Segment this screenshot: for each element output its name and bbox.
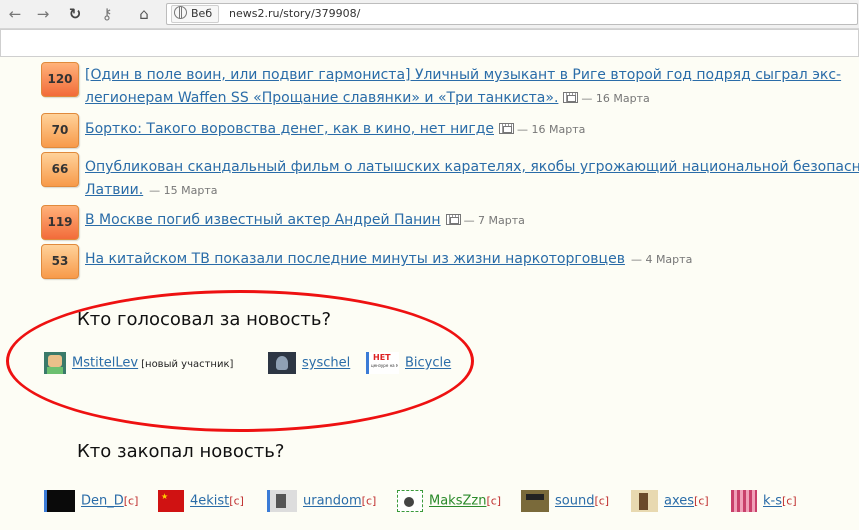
address-bar[interactable]: Веб news2.ru/story/379908/: [166, 3, 858, 25]
ball-icon: [404, 497, 414, 507]
score-badge: 66: [41, 152, 79, 187]
user-link[interactable]: 4ekist: [190, 494, 229, 509]
film-icon: [445, 214, 461, 225]
score-badge: 120: [41, 62, 79, 97]
warrior-icon: [639, 493, 648, 510]
news-title: На китайском ТВ показали последние минут…: [85, 248, 692, 271]
red-highlight-oval: [6, 290, 474, 432]
avatar[interactable]: [44, 490, 75, 512]
user-link[interactable]: urandom: [303, 494, 362, 509]
avatar[interactable]: ★: [158, 490, 184, 512]
user-link[interactable]: Den_D: [81, 494, 124, 509]
news-link[interactable]: В Москве погиб известный актер Андрей Па…: [85, 212, 441, 228]
film-icon: [498, 123, 514, 134]
user-link[interactable]: MaksZzn: [429, 494, 486, 509]
score-badge: 119: [41, 205, 79, 240]
news-date: — 16 Марта: [581, 92, 650, 105]
user-tag[interactable]: [c]: [594, 495, 609, 508]
key-icon[interactable]: ⚷: [96, 4, 118, 24]
reload-icon[interactable]: ↻: [64, 4, 86, 24]
forward-arrow-icon[interactable]: →: [32, 4, 54, 24]
avatar[interactable]: [731, 490, 757, 512]
globe-icon: [174, 6, 187, 19]
user-link[interactable]: sound: [555, 494, 594, 509]
news-date: — 15 Марта: [149, 184, 218, 197]
site-info-chip[interactable]: Веб: [171, 5, 220, 23]
news-title: [Один в поле воин, или подвиг гармониста…: [85, 64, 841, 110]
news-link[interactable]: Бортко: Такого воровства денег, как в ки…: [85, 121, 494, 137]
user-tag[interactable]: [c]: [486, 495, 501, 508]
news-link[interactable]: Опубликован скандальный фильм о латышски…: [85, 159, 859, 175]
search-bar[interactable]: [0, 29, 859, 57]
film-icon: [563, 92, 579, 103]
avatar[interactable]: [631, 490, 658, 512]
user-tag[interactable]: [c]: [362, 495, 377, 508]
figure-icon: [276, 494, 286, 508]
site-label: Веб: [191, 7, 213, 20]
url-text[interactable]: news2.ru/story/379908/: [229, 5, 360, 22]
voter-item: ★ 4ekist[c]: [158, 490, 244, 512]
news-link[interactable]: Латвии.: [85, 182, 143, 198]
user-tag[interactable]: [c]: [124, 495, 139, 508]
user-tag[interactable]: [c]: [694, 495, 709, 508]
news-title: Опубликован скандальный фильм о латышски…: [85, 156, 859, 202]
voter-item: urandom[c]: [267, 490, 376, 512]
news-link[interactable]: [Один в поле воин, или подвиг гармониста…: [85, 67, 841, 83]
score-badge: 70: [41, 113, 79, 148]
back-arrow-icon[interactable]: ←: [4, 4, 26, 24]
user-tag[interactable]: [c]: [782, 495, 797, 508]
score-badge: 53: [41, 244, 79, 279]
user-link[interactable]: axes: [664, 494, 694, 509]
news-date: — 4 Марта: [630, 253, 693, 266]
user-tag[interactable]: [c]: [229, 495, 244, 508]
voter-item: sound[c]: [521, 490, 609, 512]
voter-item: k-s[c]: [731, 490, 797, 512]
avatar[interactable]: [397, 490, 423, 512]
voter-item: axes[c]: [631, 490, 709, 512]
news-link[interactable]: На китайском ТВ показали последние минут…: [85, 251, 625, 267]
news-title: Бортко: Такого воровства денег, как в ки…: [85, 118, 585, 141]
voter-item: Den_D[c]: [44, 490, 138, 512]
voted-against-heading: Кто закопал новость?: [77, 441, 285, 462]
news-date: — 7 Марта: [463, 214, 525, 227]
home-icon[interactable]: ⌂: [133, 4, 155, 24]
avatar[interactable]: [267, 490, 297, 512]
sunglasses-icon: [526, 494, 544, 500]
star-icon: ★: [161, 492, 169, 501]
user-link[interactable]: k-s: [763, 494, 782, 509]
avatar[interactable]: [521, 490, 549, 512]
browser-toolbar: ← → ↻ ⚷ ⌂ Веб news2.ru/story/379908/: [0, 0, 859, 29]
voter-item: MaksZzn[c]: [397, 490, 501, 512]
news-date: — 16 Марта: [516, 123, 586, 136]
news-link[interactable]: легионерам Waffen SS «Прощание славянки»…: [85, 90, 558, 106]
news-title: В Москве погиб известный актер Андрей Па…: [85, 209, 525, 232]
